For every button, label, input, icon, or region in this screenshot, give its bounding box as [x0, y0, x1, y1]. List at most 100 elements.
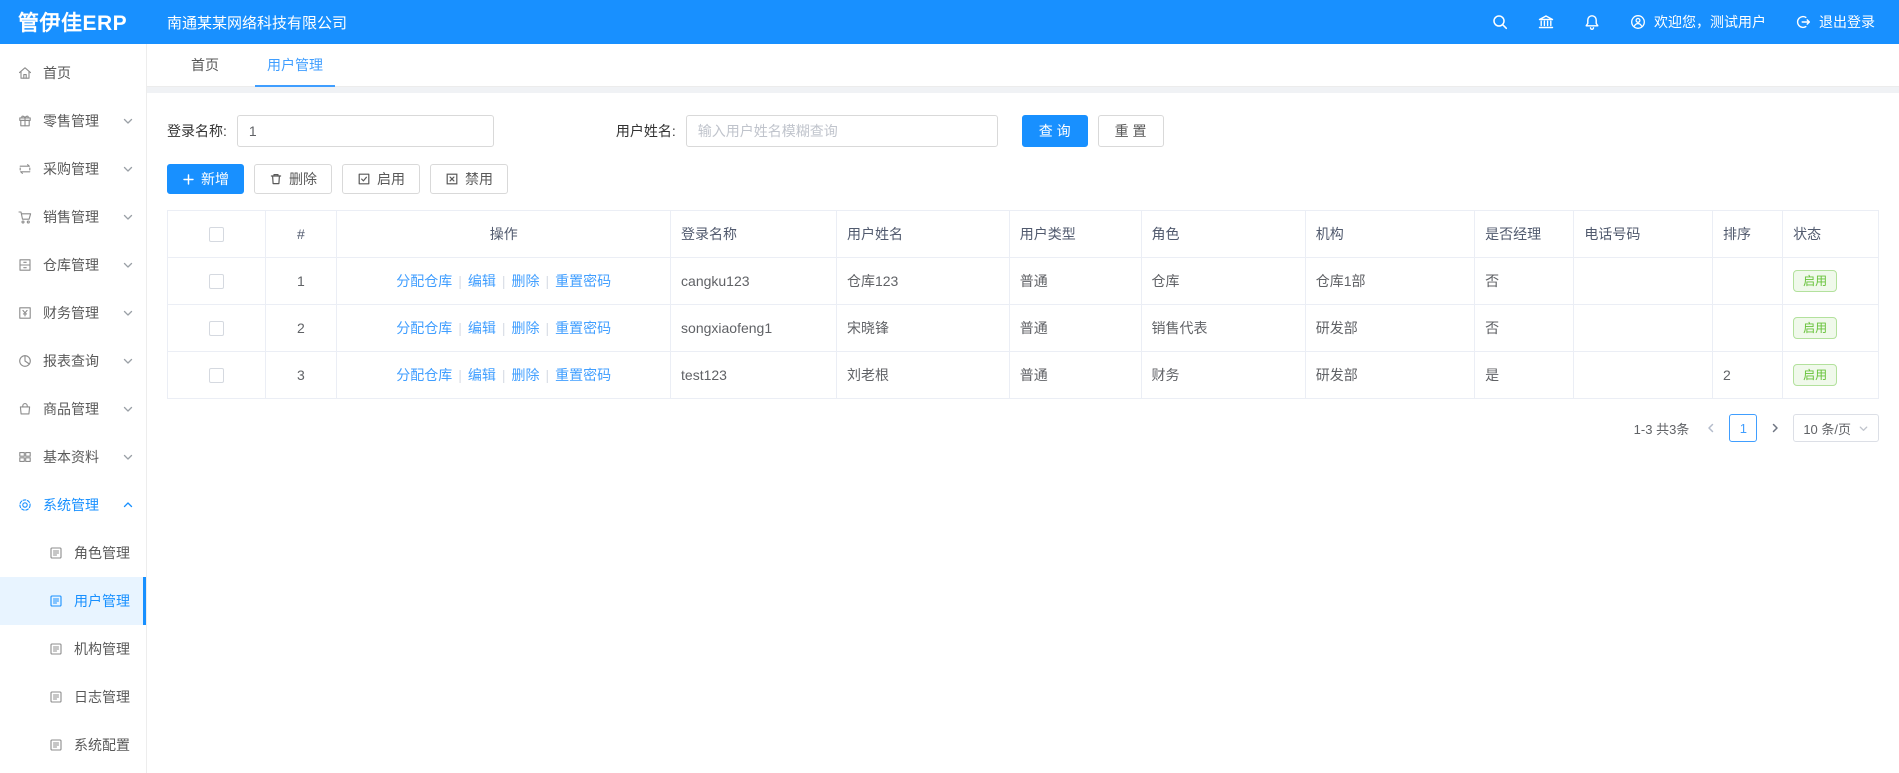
- doc-icon: [48, 641, 64, 657]
- sidebar-item-user[interactable]: 用户管理: [0, 577, 146, 625]
- sidebar-item-home[interactable]: 首页: [0, 49, 146, 97]
- cell-actions: 分配仓库 | 编辑 | 删除 | 重置密码: [336, 351, 672, 399]
- chevron-down-icon: [122, 211, 134, 223]
- sidebar-item-label: 财务管理: [43, 305, 99, 321]
- prev-page-button[interactable]: [1702, 422, 1720, 434]
- cell-index: 3: [264, 351, 338, 399]
- system-icon: [17, 497, 33, 513]
- edit-link[interactable]: 编辑: [468, 273, 496, 289]
- sidebar-item-config[interactable]: 系统配置: [0, 721, 146, 769]
- delete-link[interactable]: 删除: [512, 367, 540, 383]
- sidebar-item-label: 角色管理: [74, 545, 130, 561]
- login-name-input[interactable]: [236, 115, 494, 147]
- pagination-total: 1-3 共3条: [1633, 421, 1690, 437]
- delete-button[interactable]: 删除: [254, 164, 332, 194]
- cell-role: 销售代表: [1140, 304, 1306, 352]
- tab-bar: 首页 用户管理: [147, 44, 1899, 87]
- cell-actions: 分配仓库 | 编辑 | 删除 | 重置密码: [336, 257, 672, 305]
- column-header-6: 机构: [1304, 210, 1476, 258]
- doc-icon: [48, 737, 64, 753]
- chevron-down-icon: [122, 355, 134, 367]
- sidebar-item-system[interactable]: 系统管理: [0, 481, 146, 529]
- action-separator: |: [458, 273, 462, 289]
- select-all-checkbox[interactable]: [208, 227, 224, 243]
- tab-user-management[interactable]: 用户管理: [243, 44, 347, 87]
- row-checkbox[interactable]: [208, 321, 224, 337]
- page-size-value: 10 条/页: [1803, 421, 1851, 437]
- cell-type: 普通: [1008, 304, 1142, 352]
- bank-icon[interactable]: [1537, 13, 1555, 31]
- add-button[interactable]: 新增: [167, 164, 244, 194]
- reset-password-link[interactable]: 重置密码: [555, 320, 611, 336]
- sidebar-item-org[interactable]: 机构管理: [0, 625, 146, 673]
- bell-icon[interactable]: [1583, 13, 1601, 31]
- reset-button[interactable]: 重 置: [1097, 115, 1164, 147]
- row-checkbox[interactable]: [208, 274, 224, 290]
- cell-login: cangku123: [670, 257, 837, 305]
- sidebar-item-retail[interactable]: 零售管理: [0, 97, 146, 145]
- next-page-button[interactable]: [1766, 422, 1784, 434]
- cell-name: 仓库123: [835, 257, 1010, 305]
- sidebar-item-label: 销售管理: [43, 209, 99, 225]
- row-select-cell: [167, 304, 266, 352]
- delete-link[interactable]: 删除: [512, 320, 540, 336]
- chevron-down-icon: [122, 163, 134, 175]
- row-select-cell: [167, 351, 266, 399]
- x-square-icon: [445, 172, 459, 186]
- cell-sort: 2: [1711, 351, 1784, 399]
- chevron-down-icon: [1859, 425, 1868, 431]
- search-icon[interactable]: [1491, 13, 1509, 31]
- tab-home[interactable]: 首页: [167, 44, 243, 86]
- sidebar-item-label: 日志管理: [74, 689, 130, 705]
- chevron-down-icon: [122, 115, 134, 127]
- user-name-input[interactable]: [685, 115, 998, 147]
- logout-button[interactable]: 退出登录: [1794, 12, 1875, 32]
- cell-role: 财务: [1140, 351, 1306, 399]
- cell-phone: [1573, 304, 1713, 352]
- sidebar-item-sales[interactable]: 销售管理: [0, 193, 146, 241]
- reset-password-link[interactable]: 重置密码: [555, 273, 611, 289]
- cell-status: 启用: [1782, 304, 1879, 352]
- sidebar-item-warehouse[interactable]: 仓库管理: [0, 241, 146, 289]
- cell-index: 2: [264, 304, 338, 352]
- sidebar-item-finance[interactable]: 财务管理: [0, 289, 146, 337]
- delete-link[interactable]: 删除: [512, 273, 540, 289]
- action-separator: |: [545, 367, 550, 383]
- row-checkbox[interactable]: [208, 368, 224, 384]
- action-separator: |: [458, 367, 462, 383]
- assign-warehouse-link[interactable]: 分配仓库: [396, 320, 452, 336]
- pagination: 1-3 共3条 1 10 条/页: [167, 414, 1879, 442]
- edit-link[interactable]: 编辑: [468, 367, 496, 383]
- plus-icon: [182, 173, 195, 186]
- cell-sort: [1711, 257, 1784, 305]
- action-separator: |: [458, 320, 462, 336]
- enable-button[interactable]: 启用: [342, 164, 420, 194]
- sidebar-item-label: 零售管理: [43, 113, 99, 129]
- sidebar-item-report[interactable]: 报表查询: [0, 337, 146, 385]
- page-size-select[interactable]: 10 条/页: [1793, 414, 1879, 442]
- page-number-button[interactable]: 1: [1729, 414, 1758, 442]
- sidebar-item-goods[interactable]: 商品管理: [0, 385, 146, 433]
- assign-warehouse-link[interactable]: 分配仓库: [396, 273, 452, 289]
- home-icon: [17, 65, 33, 81]
- sidebar-item-log[interactable]: 日志管理: [0, 673, 146, 721]
- doc-icon: [48, 545, 64, 561]
- sidebar-item-role[interactable]: 角色管理: [0, 529, 146, 577]
- reset-password-link[interactable]: 重置密码: [555, 367, 611, 383]
- select-all-header-cell: [167, 210, 266, 258]
- edit-link[interactable]: 编辑: [468, 320, 496, 336]
- query-button[interactable]: 查 询: [1021, 115, 1088, 147]
- sales-icon: [17, 209, 33, 225]
- action-separator: |: [501, 367, 506, 383]
- welcome-user[interactable]: 欢迎您，测试用户: [1629, 12, 1766, 32]
- disable-button[interactable]: 禁用: [430, 164, 508, 194]
- cell-org: 仓库1部: [1304, 257, 1476, 305]
- logout-text: 退出登录: [1819, 14, 1875, 30]
- sidebar-item-basic[interactable]: 基本资料: [0, 433, 146, 481]
- column-header-5: 角色: [1140, 210, 1306, 258]
- goods-icon: [17, 401, 33, 417]
- users-table: # 操作 登录名称 用户姓名 用户类型 角色 机构 是否经理 电话号码 排序 状态 1 分配仓库 | 编辑…: [167, 210, 1879, 399]
- assign-warehouse-link[interactable]: 分配仓库: [396, 367, 452, 383]
- sidebar-item-label: 机构管理: [74, 641, 130, 657]
- sidebar-item-purchase[interactable]: 采购管理: [0, 145, 146, 193]
